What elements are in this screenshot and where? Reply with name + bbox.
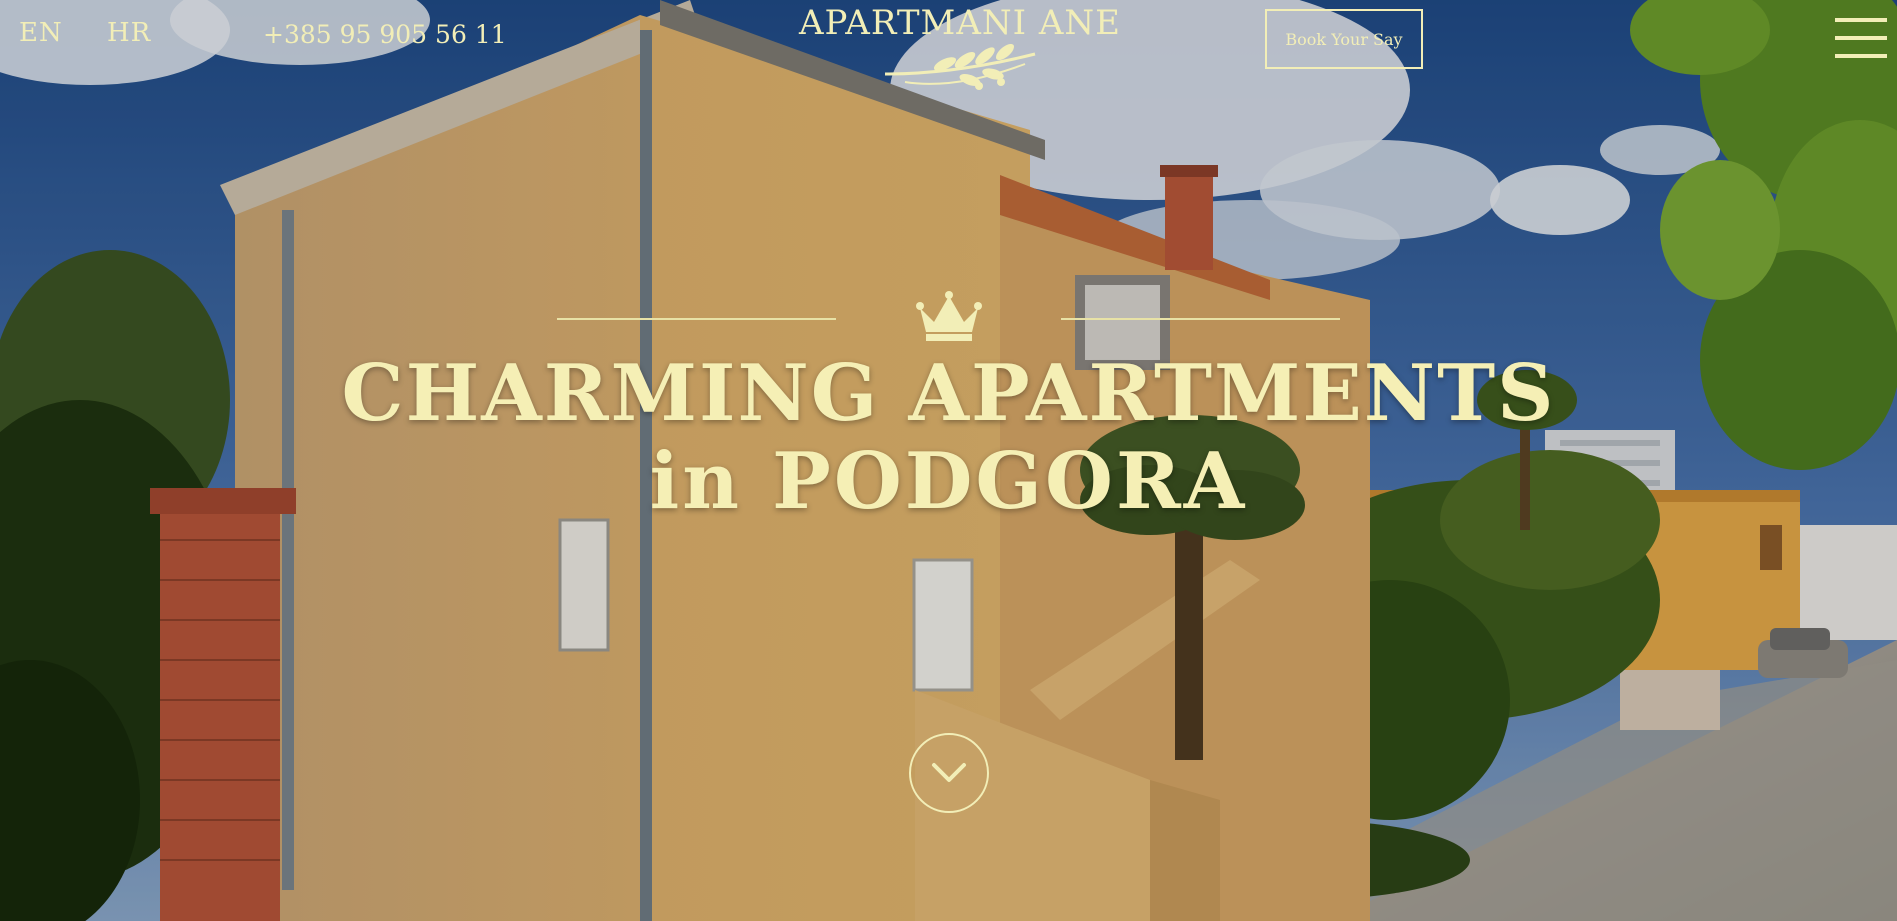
- hero-headline: CHARMING APARTMENTS in PODGORA: [0, 352, 1897, 528]
- olive-branch-icon: [884, 44, 1036, 90]
- scroll-down-button[interactable]: [909, 733, 989, 813]
- language-en-link[interactable]: EN: [19, 18, 63, 48]
- logo-text: APARTMANI ANE: [798, 3, 1122, 43]
- phone-link[interactable]: +385 95 905 56 11: [263, 20, 507, 49]
- chevron-down-icon: [932, 763, 966, 782]
- book-your-stay-button[interactable]: Book Your Say: [1265, 9, 1423, 69]
- headline-line-1: CHARMING APARTMENTS: [341, 348, 1556, 439]
- hamburger-menu-icon[interactable]: [1835, 16, 1887, 60]
- language-hr-link[interactable]: HR: [107, 18, 151, 48]
- headline-line-2: in PODGORA: [649, 436, 1248, 527]
- site-logo[interactable]: APARTMANI ANE: [760, 4, 1160, 92]
- decorative-line-right: [1061, 318, 1340, 320]
- crown-icon: [916, 291, 982, 341]
- decorative-line-left: [557, 318, 836, 320]
